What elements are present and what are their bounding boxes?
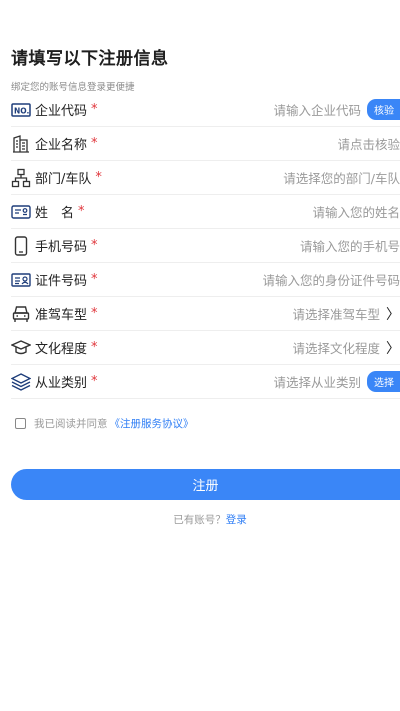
phone-input[interactable]: 请输入您的手机号: [300, 236, 400, 255]
field-value: 请输入企业代码 核验: [273, 99, 400, 120]
id-number-input[interactable]: 请输入您的身份证件号码: [262, 270, 400, 289]
field-id-number[interactable]: 证件号码 * 请输入您的身份证件号码: [11, 263, 400, 297]
company-code-icon: NO.: [11, 100, 31, 120]
field-value: 请选择准驾车型 〉: [292, 304, 400, 324]
agreement-link[interactable]: 《注册服务协议》: [110, 416, 194, 431]
field-label: 姓 名: [35, 206, 75, 221]
verify-button[interactable]: 核验: [367, 99, 400, 120]
field-phone[interactable]: 手机号码 * 请输入您的手机号: [11, 229, 400, 263]
field-label: 证件号码: [35, 274, 88, 289]
agreement: 我已阅读并同意 《注册服务协议》: [15, 416, 194, 431]
building-icon: [11, 134, 31, 154]
department-select[interactable]: 请选择您的部门/车队: [283, 168, 400, 187]
field-value: 请输入您的姓名: [312, 202, 400, 221]
field-label: 准驾车型: [35, 308, 88, 323]
field-license-type[interactable]: 准驾车型 * 请选择准驾车型 〉: [11, 297, 400, 331]
name-input[interactable]: 请输入您的姓名: [312, 202, 400, 221]
register-button-label: 注册: [192, 479, 219, 494]
license-type-select[interactable]: 请选择准驾车型: [292, 304, 380, 323]
layers-icon: [11, 372, 31, 392]
field-occupation[interactable]: 从业类别 * 请选择从业类别 选择: [11, 365, 400, 399]
header: 请填写以下注册信息 绑定您的账号信息登录更便捷: [11, 44, 169, 93]
required-mark: *: [78, 204, 85, 219]
company-name-input[interactable]: 请点击核验: [337, 134, 400, 153]
field-department[interactable]: 部门/车队 * 请选择您的部门/车队: [11, 161, 400, 195]
chevron-right-icon[interactable]: 〉: [386, 304, 400, 324]
required-mark: *: [91, 102, 98, 117]
field-value: 请选择您的部门/车队: [283, 168, 400, 187]
field-education[interactable]: 文化程度 * 请选择文化程度 〉: [11, 331, 400, 365]
field-label: 企业代码: [35, 104, 88, 119]
agreement-checkbox[interactable]: [15, 418, 26, 429]
login-link[interactable]: 登录: [226, 514, 247, 526]
certificate-icon: [11, 270, 31, 290]
chevron-right-icon[interactable]: 〉: [386, 338, 400, 358]
agreement-text: 我已阅读并同意: [34, 418, 108, 430]
field-value: 请选择文化程度 〉: [292, 338, 400, 358]
field-value: 请点击核验: [337, 134, 400, 153]
field-label: 文化程度: [35, 342, 88, 357]
required-mark: *: [91, 340, 98, 355]
field-value: 请输入您的手机号: [300, 236, 400, 255]
required-mark: *: [91, 272, 98, 287]
field-label: 从业类别: [35, 376, 88, 391]
car-icon: [11, 304, 31, 324]
required-mark: *: [91, 136, 98, 151]
mobile-phone-icon: [11, 235, 31, 256]
registration-form: NO. 企业代码 * 请输入企业代码 核验 企业名称 * 请点击核验 部门/车队…: [0, 93, 400, 399]
id-card-icon: [11, 202, 31, 222]
education-select[interactable]: 请选择文化程度: [292, 338, 380, 357]
graduation-cap-icon: [11, 338, 31, 358]
org-chart-icon: [11, 168, 31, 188]
field-company-code[interactable]: NO. 企业代码 * 请输入企业代码 核验: [11, 93, 400, 127]
field-label: 手机号码: [35, 240, 88, 255]
required-mark: *: [91, 238, 98, 253]
required-mark: *: [91, 306, 98, 321]
page-title: 请填写以下注册信息: [11, 49, 169, 69]
register-button[interactable]: 注册: [11, 469, 400, 500]
login-prompt-text: 已有账号？: [173, 514, 226, 526]
page-subtitle: 绑定您的账号信息登录更便捷: [11, 82, 135, 93]
field-value: 请选择从业类别 选择: [273, 371, 400, 392]
occupation-select[interactable]: 请选择从业类别: [273, 372, 361, 391]
field-value: 请输入您的身份证件号码: [262, 270, 400, 289]
required-mark: *: [95, 170, 102, 185]
field-label: 部门/车队: [35, 172, 92, 187]
company-code-input[interactable]: 请输入企业代码: [273, 100, 361, 119]
field-company-name[interactable]: 企业名称 * 请点击核验: [11, 127, 400, 161]
field-name[interactable]: 姓 名 * 请输入您的姓名: [11, 195, 400, 229]
svg-text:NO.: NO.: [14, 106, 29, 115]
field-label: 企业名称: [35, 138, 88, 153]
required-mark: *: [91, 374, 98, 389]
login-prompt: 已有账号？登录: [0, 512, 400, 527]
select-button[interactable]: 选择: [367, 371, 400, 392]
